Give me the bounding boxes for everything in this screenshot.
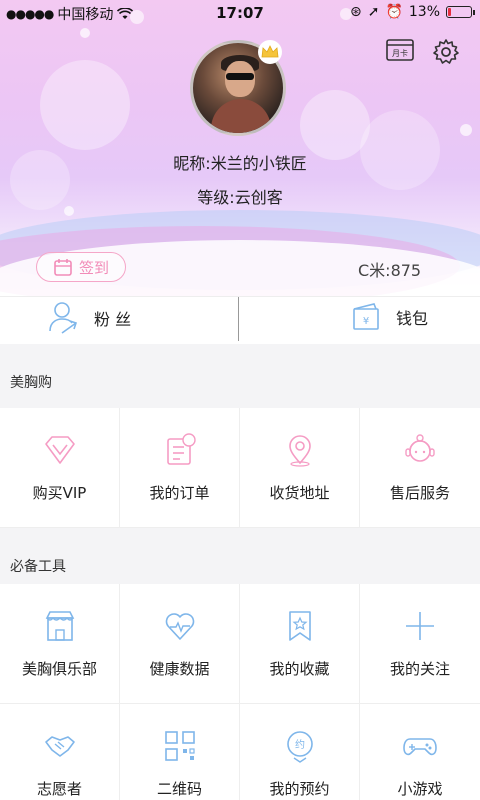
avatar-jacket [211, 99, 271, 133]
profile-screen: ●●●●● 中国移动 17:07 ⊛ ➚ ⏰ 13% 月卡 昵称:米兰的小铁匠 … [0, 0, 480, 800]
my-appointments-button[interactable]: 约 我的预约 [240, 704, 360, 800]
battery-fill [448, 8, 452, 16]
heart-pulse-icon [165, 613, 194, 640]
section-title-meixiong-shop: 美胸购 [0, 344, 480, 408]
qr-code-label: 二维码 [156, 780, 202, 798]
after-sales-button[interactable]: 售后服务 [360, 408, 480, 528]
service-agent-icon [405, 434, 435, 462]
my-follows-button[interactable]: 我的关注 [360, 584, 480, 704]
extras-grid: 志愿者 二维码 约 我的预约 小游戏 [0, 704, 480, 800]
buy-vip-button[interactable]: 购买VIP [0, 408, 120, 528]
order-icon [166, 433, 196, 465]
rotation-lock-icon: ⊛ [349, 4, 362, 20]
signin-button[interactable]: 签到 [36, 252, 126, 282]
my-favorites-label: 我的收藏 [269, 660, 330, 678]
mini-games-button[interactable]: 小游戏 [360, 704, 480, 800]
wallet-icon: ¥ [353, 303, 379, 330]
my-favorites-button[interactable]: 我的收藏 [240, 584, 360, 704]
volunteer-label: 志愿者 [36, 780, 82, 798]
qr-code-button[interactable]: 二维码 [120, 704, 240, 800]
avatar-sunglasses [226, 73, 254, 80]
shipping-address-label: 收货地址 [269, 484, 330, 502]
nickname: 昵称:米兰的小铁匠 [173, 154, 307, 173]
after-sales-label: 售后服务 [389, 484, 450, 502]
diamond-icon [44, 436, 75, 464]
user-level: 等级:云创客 [197, 188, 283, 207]
tools-grid: 美胸俱乐部 健康数据 我的收藏 我的关注 [0, 584, 480, 704]
shop-icon [45, 611, 74, 641]
my-orders-button[interactable]: 我的订单 [120, 408, 240, 528]
my-follows-label: 我的关注 [389, 660, 450, 678]
handshake-icon [44, 736, 75, 757]
gamepad-icon [403, 738, 437, 756]
status-bar: ●●●●● 中国移动 17:07 ⊛ ➚ ⏰ 13% [0, 0, 480, 26]
section-title-tools: 必备工具 [0, 528, 480, 592]
monthly-card-text: 月卡 [392, 48, 408, 58]
qr-code-icon [164, 731, 195, 761]
shipping-address-button[interactable]: 收货地址 [240, 408, 360, 528]
crown-icon [258, 40, 282, 64]
my-orders-label: 我的订单 [149, 484, 210, 502]
svg-text:¥: ¥ [363, 316, 369, 327]
wallet-button[interactable]: ¥ 钱包 [352, 303, 428, 331]
cmi-points: C米:875 [358, 261, 422, 280]
battery-percent: 13% [408, 4, 440, 20]
fanbar-divider [238, 297, 239, 341]
club-label: 美胸俱乐部 [21, 660, 97, 678]
my-appointments-label: 我的预约 [269, 780, 330, 798]
calendar-icon [54, 259, 72, 276]
club-button[interactable]: 美胸俱乐部 [0, 584, 120, 704]
battery-icon [446, 6, 475, 18]
gear-icon[interactable] [432, 38, 460, 66]
fans-button[interactable]: 粉 丝 [48, 301, 131, 335]
appointment-icon: 约 [286, 731, 313, 763]
svg-text:约: 约 [295, 738, 305, 751]
alarm-icon: ⏰ [385, 4, 403, 20]
health-data-button[interactable]: 健康数据 [120, 584, 240, 704]
signin-label: 签到 [78, 258, 109, 277]
health-data-label: 健康数据 [149, 660, 210, 678]
wallet-label: 钱包 [396, 309, 429, 328]
fans-wallet-bar: 粉 丝 ¥ 钱包 [0, 296, 480, 344]
location-icon: ➚ [367, 4, 380, 20]
monthly-card-icon[interactable]: 月卡 [386, 38, 414, 62]
fans-label: 粉 丝 [94, 310, 132, 329]
buy-vip-label: 购买VIP [32, 484, 87, 502]
shop-grid: 购买VIP 我的订单 收货地址 售后服务 [0, 408, 480, 528]
fans-icon [49, 302, 78, 334]
location-pin-icon [288, 435, 311, 467]
bookmark-star-icon [288, 611, 311, 641]
volunteer-button[interactable]: 志愿者 [0, 704, 120, 800]
mini-games-label: 小游戏 [397, 780, 443, 798]
plus-icon [406, 612, 434, 640]
